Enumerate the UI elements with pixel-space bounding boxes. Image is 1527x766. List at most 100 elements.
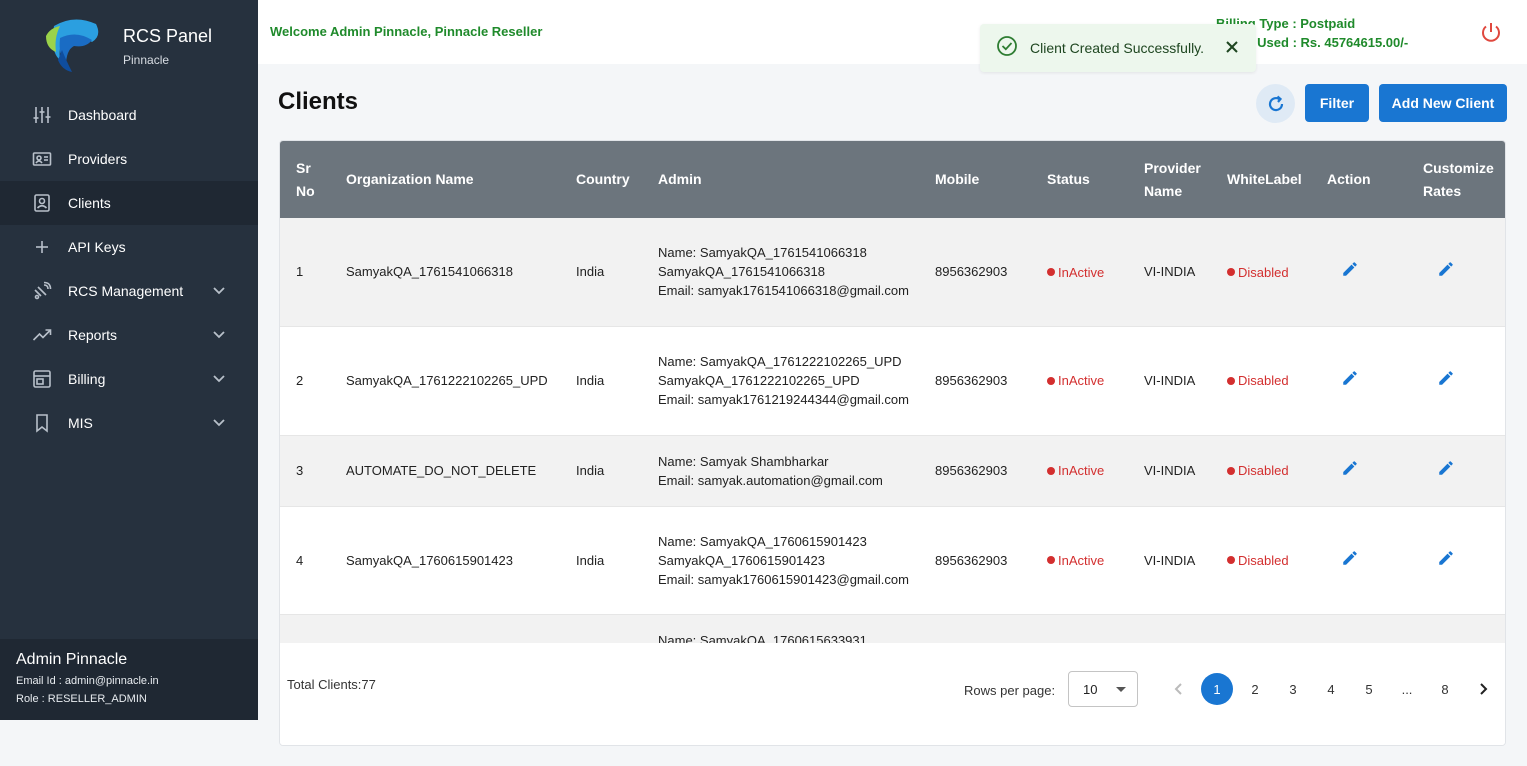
col-header-provider: Provider Name: [1144, 159, 1201, 199]
trending-up-icon: [31, 324, 53, 346]
edit-rates-icon[interactable]: [1437, 260, 1455, 283]
status-badge: InActive: [1058, 463, 1105, 479]
cell-org: SamyakQA_1761222102265_UPD: [330, 326, 560, 436]
add-new-client-button[interactable]: Add New Client: [1379, 84, 1507, 122]
sidebar-item-billing[interactable]: Billing: [0, 357, 258, 401]
status-dot: [1047, 268, 1055, 276]
page-button-2[interactable]: 2: [1239, 673, 1271, 705]
sidebar-item-mis[interactable]: MIS: [0, 401, 258, 445]
table-row: Name: SamyakQA_1760615633931: [280, 614, 1505, 643]
bookmark-icon: [31, 412, 53, 434]
edit-icon[interactable]: [1341, 549, 1359, 572]
edit-icon[interactable]: [1341, 260, 1359, 283]
refresh-button[interactable]: [1256, 84, 1295, 123]
id-card-icon: [31, 148, 53, 170]
success-toast: Client Created Successfully.: [980, 24, 1256, 72]
page-button-1[interactable]: 1: [1201, 673, 1233, 705]
edit-rates-icon[interactable]: [1437, 369, 1455, 392]
sidebar-item-providers[interactable]: Providers: [0, 137, 258, 181]
page-button-8[interactable]: 8: [1429, 673, 1461, 705]
cell-whitelabel: Disabled: [1211, 506, 1311, 615]
whitelabel-dot: [1227, 466, 1235, 475]
clients-table: Sr No Organization Name Country Admin Mo…: [280, 141, 1505, 643]
sidebar-item-clients[interactable]: Clients: [0, 181, 258, 225]
admin-name: Name: SamyakQA_1761222102265_UPD SamyakQ…: [658, 354, 902, 388]
sidebar-item-label: API Keys: [68, 239, 126, 255]
prev-page-button[interactable]: [1163, 673, 1195, 705]
chevron-right-icon: [1480, 683, 1488, 695]
admin-email: Email: samyak1760615901423@gmail.com: [658, 571, 909, 587]
chevron-left-icon: [1174, 683, 1182, 695]
table-row: 2 SamyakQA_1761222102265_UPD India Name:…: [280, 326, 1505, 436]
whitelabel-badge: Disabled: [1238, 373, 1289, 389]
rows-per-page-select[interactable]: 10: [1068, 671, 1138, 707]
filter-button[interactable]: Filter: [1305, 84, 1369, 122]
sidebar-item-label: Dashboard: [68, 107, 137, 123]
cell-status: InActive: [1031, 218, 1128, 327]
chevron-down-icon: [212, 283, 226, 300]
sliders-icon: [31, 104, 53, 126]
cell-status: InActive: [1031, 435, 1128, 507]
cell-org: [330, 614, 560, 643]
sidebar-item-label: Providers: [68, 151, 128, 167]
cell-action: [1311, 614, 1407, 643]
edit-rates-icon[interactable]: [1437, 549, 1455, 572]
contact-card-icon: [31, 192, 53, 214]
sidebar-item-dashboard[interactable]: Dashboard: [0, 93, 258, 137]
page-title: Clients: [278, 88, 359, 115]
edit-icon[interactable]: [1341, 369, 1359, 392]
page-button-4[interactable]: 4: [1315, 673, 1347, 705]
sidebar-item-label: Clients: [68, 195, 111, 211]
user-info: Admin Pinnacle Email Id : admin@pinnacle…: [0, 639, 258, 720]
cell-mobile: 8956362903: [919, 435, 1031, 507]
table-scroll-area[interactable]: Sr No Organization Name Country Admin Mo…: [280, 141, 1505, 643]
cell-admin: Name: SamyakQA_1760615901423 SamyakQA_17…: [642, 506, 919, 615]
sidebar-item-rcs-management[interactable]: RCS Management: [0, 269, 258, 313]
brand-subtitle: Pinnacle: [123, 52, 170, 67]
sidebar-item-api-keys[interactable]: API Keys: [0, 225, 258, 269]
cell-status: [1031, 614, 1128, 643]
status-dot: [1047, 466, 1055, 475]
admin-name: Name: SamyakQA_1760615901423 SamyakQA_17…: [658, 533, 867, 568]
next-page-button[interactable]: [1467, 673, 1499, 705]
chevron-down-icon: [212, 415, 226, 432]
whitelabel-dot: [1227, 556, 1235, 565]
cell-mobile: 8956362903: [919, 506, 1031, 615]
cell-admin: Name: SamyakQA_1761541066318 SamyakQA_17…: [642, 218, 919, 327]
cell-status: InActive: [1031, 326, 1128, 436]
close-icon[interactable]: [1224, 39, 1240, 60]
cell-sr: [280, 614, 330, 643]
admin-email: Email: samyak1761219244344@gmail.com: [658, 392, 909, 407]
col-header-action: Action: [1327, 171, 1371, 187]
cell-whitelabel: Disabled: [1211, 435, 1311, 507]
sidebar-item-label: RCS Management: [68, 283, 184, 299]
cell-country: India: [560, 506, 642, 615]
logout-power-icon[interactable]: [1480, 21, 1502, 48]
cell-admin: Name: SamyakQA_1760615633931: [642, 614, 919, 643]
refresh-icon: [1268, 95, 1283, 111]
sidebar-item-reports[interactable]: Reports: [0, 313, 258, 357]
table-header-row: Sr No Organization Name Country Admin Mo…: [280, 141, 1505, 218]
page-button-3[interactable]: 3: [1277, 673, 1309, 705]
col-header-country: Country: [576, 171, 630, 187]
table-row: 3 AUTOMATE_DO_NOT_DELETE India Name: Sam…: [280, 435, 1505, 507]
whitelabel-badge: Disabled: [1238, 264, 1289, 280]
col-header-whitelabel: WhiteLabel: [1227, 171, 1302, 187]
pinnacle-logo-icon: [40, 16, 104, 76]
whitelabel-dot: [1227, 376, 1235, 385]
status-badge: InActive: [1058, 264, 1105, 280]
brand-title: RCS Panel: [123, 25, 213, 46]
cell-country: India: [560, 435, 642, 507]
cell-rates: [1407, 614, 1505, 643]
edit-rates-icon[interactable]: [1437, 459, 1455, 482]
page-button-5[interactable]: 5: [1353, 673, 1385, 705]
total-clients: Total Clients:77: [287, 677, 376, 692]
admin-name: Name: SamyakQA_1761541066318 SamyakQA_17…: [658, 245, 867, 280]
cell-sr: 4: [280, 506, 330, 615]
check-circle-icon: [996, 35, 1018, 62]
whitelabel-badge: Disabled: [1238, 552, 1289, 568]
status-badge: InActive: [1058, 373, 1105, 389]
edit-icon[interactable]: [1341, 459, 1359, 482]
cell-action: [1311, 506, 1407, 615]
welcome-text: Welcome Admin Pinnacle, Pinnacle Reselle…: [270, 24, 543, 39]
